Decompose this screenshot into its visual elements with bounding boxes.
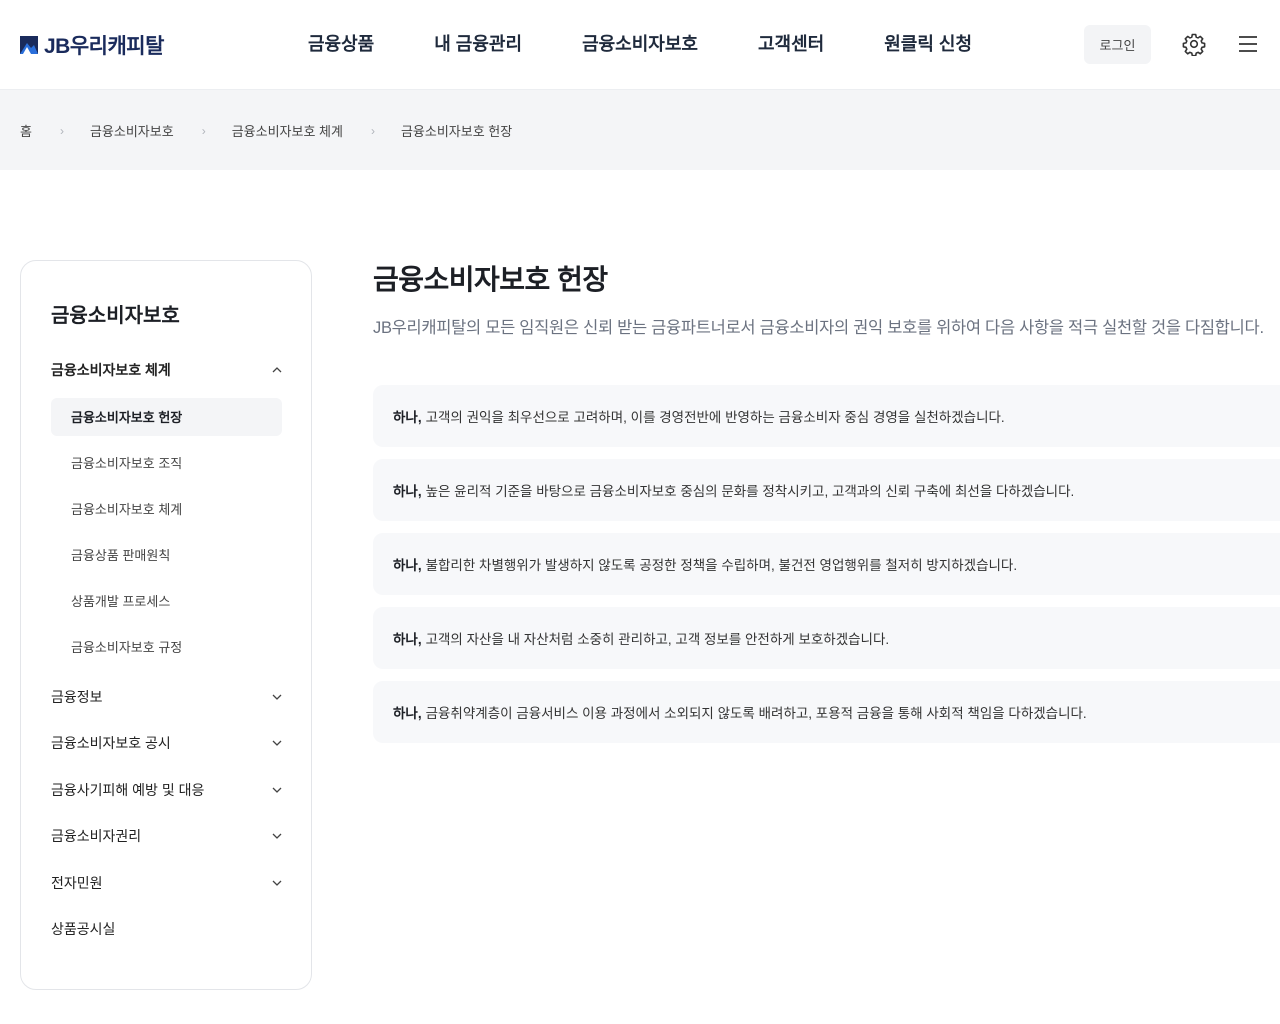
chevron-down-icon (272, 831, 282, 841)
sidebar-group-label: 상품공시실 (51, 921, 116, 938)
logo-text: JB우리캐피탈 (44, 35, 164, 58)
settings-gear-icon[interactable] (1181, 31, 1207, 57)
pledge-lead: 하나, (393, 558, 422, 573)
breadcrumb-bar: 홈 › 금융소비자보호 › 금융소비자보호 체계 › 금융소비자보호 헌장 (0, 90, 1280, 170)
nav-one-click-apply[interactable]: 원클릭 신청 (884, 30, 972, 58)
pledge-text: 불합리한 차별행위가 발생하지 않도록 공정한 정책을 수립하며, 불건전 영업… (425, 558, 1018, 573)
pledge-text: 높은 윤리적 기준을 바탕으로 금융소비자보호 중심의 문화를 정착시키고, 고… (425, 484, 1075, 499)
pledge-item: 하나, 불합리한 차별행위가 발생하지 않도록 공정한 정책을 수립하며, 불건… (373, 533, 1280, 595)
sidebar-group-label: 금융사기피해 예방 및 대응 (51, 781, 205, 798)
sidebar-group-label: 금융소비자보호 공시 (51, 735, 171, 752)
pledge-list: 하나, 고객의 권익을 최우선으로 고려하며, 이를 경영전반에 반영하는 금융… (373, 385, 1280, 755)
main-navigation: 금융상품 내 금융관리 금융소비자보호 고객센터 원클릭 신청 (308, 30, 1032, 58)
brand-logo[interactable]: JB우리캐피탈 (20, 30, 164, 60)
pledge-lead: 하나, (393, 484, 422, 499)
sidebar-item-organization[interactable]: 금융소비자보호 조직 (51, 440, 282, 486)
sidebar-group-consumer-rights[interactable]: 금융소비자권리 (51, 813, 282, 860)
side-navigation: 금융소비자보호 금융소비자보호 체계 금융소비자보호 헌장 금융소비자보호 조직… (20, 260, 312, 990)
sidebar-menu: 금융소비자보호 체계 금융소비자보호 헌장 금융소비자보호 조직 금융소비자보호… (51, 347, 282, 953)
pledge-lead: 하나, (393, 632, 422, 647)
sidebar-item-product-development[interactable]: 상품개발 프로세스 (51, 578, 282, 624)
sidebar-group-disclosure[interactable]: 금융소비자보호 공시 (51, 720, 282, 767)
login-button[interactable]: 로그인 (1084, 25, 1151, 64)
sidebar-group-label: 금융정보 (51, 688, 103, 705)
pledge-item: 하나, 금융취약계층이 금융서비스 이용 과정에서 소외되지 않도록 배려하고,… (373, 681, 1280, 743)
sidebar-item-regulations[interactable]: 금융소비자보호 규정 (51, 624, 282, 670)
nav-customer-center[interactable]: 고객센터 (758, 30, 824, 58)
nav-my-finance[interactable]: 내 금융관리 (434, 30, 522, 58)
sidebar-item-sales-principles[interactable]: 금융상품 판매원칙 (51, 532, 282, 578)
page-title: 금융소비자보호 헌장 (373, 264, 608, 295)
breadcrumb-current-page: 금융소비자보호 헌장 (400, 124, 513, 139)
sidebar-group-product-notice[interactable]: 상품공시실 (51, 906, 282, 953)
sidebar-group-financial-info[interactable]: 금융정보 (51, 674, 282, 721)
pledge-text: 금융취약계층이 금융서비스 이용 과정에서 소외되지 않도록 배려하고, 포용적… (425, 706, 1087, 721)
chevron-down-icon (272, 692, 282, 702)
sidebar-group-label: 금융소비자보호 체계 (51, 362, 171, 379)
pledge-text: 고객의 권익을 최우선으로 고려하며, 이를 경영전반에 반영하는 금융소비자 … (425, 410, 1005, 425)
chevron-up-icon (272, 365, 282, 375)
sidebar-group-fraud-prevention[interactable]: 금융사기피해 예방 및 대응 (51, 767, 282, 814)
chevron-down-icon (272, 785, 282, 795)
page-description: JB우리캐피탈의 모든 임직원은 신뢰 받는 금융파트너로서 금융소비자의 권익… (373, 319, 1264, 337)
sidebar-submenu: 금융소비자보호 헌장 금융소비자보호 조직 금융소비자보호 체계 금융상품 판매… (51, 397, 282, 670)
chevron-down-icon (272, 878, 282, 888)
sidebar-group-label: 전자민원 (51, 874, 103, 891)
breadcrumb-consumer-protection[interactable]: 금융소비자보호 (90, 121, 174, 140)
nav-consumer-protection[interactable]: 금융소비자보호 (582, 30, 698, 58)
jb-logo-mark-icon (20, 36, 38, 54)
site-header: JB우리캐피탈 금융상품 내 금융관리 금융소비자보호 고객센터 원클릭 신청 … (0, 0, 1280, 90)
hamburger-menu-icon[interactable] (1235, 31, 1261, 57)
sidebar-group-label: 금융소비자권리 (51, 828, 142, 845)
breadcrumb-home[interactable]: 홈 (20, 121, 32, 140)
chevron-down-icon (272, 738, 282, 748)
pledge-lead: 하나, (393, 410, 422, 425)
pledge-text: 고객의 자산을 내 자산처럼 소중히 관리하고, 고객 정보를 안전하게 보호하… (425, 632, 890, 647)
sidebar-group-protection-system[interactable]: 금융소비자보호 체계 (51, 347, 282, 394)
breadcrumb-chevron-icon: › (201, 123, 206, 138)
sidebar-group-e-complaint[interactable]: 전자민원 (51, 860, 282, 907)
breadcrumb: 홈 › 금융소비자보호 › 금융소비자보호 체계 › 금융소비자보호 헌장 (20, 121, 512, 140)
sidebar-title: 금융소비자보호 (51, 305, 180, 327)
nav-financial-products[interactable]: 금융상품 (308, 30, 374, 58)
pledge-item: 하나, 고객의 권익을 최우선으로 고려하며, 이를 경영전반에 반영하는 금융… (373, 385, 1280, 447)
breadcrumb-chevron-icon: › (370, 123, 375, 138)
pledge-lead: 하나, (393, 706, 422, 721)
pledge-item: 하나, 높은 윤리적 기준을 바탕으로 금융소비자보호 중심의 문화를 정착시키… (373, 459, 1280, 521)
breadcrumb-protection-system[interactable]: 금융소비자보호 체계 (232, 121, 343, 140)
pledge-item: 하나, 고객의 자산을 내 자산처럼 소중히 관리하고, 고객 정보를 안전하게… (373, 607, 1280, 669)
sidebar-item-system[interactable]: 금융소비자보호 체계 (51, 486, 282, 532)
sidebar-item-charter[interactable]: 금융소비자보호 헌장 (51, 397, 282, 436)
breadcrumb-chevron-icon: › (59, 123, 64, 138)
